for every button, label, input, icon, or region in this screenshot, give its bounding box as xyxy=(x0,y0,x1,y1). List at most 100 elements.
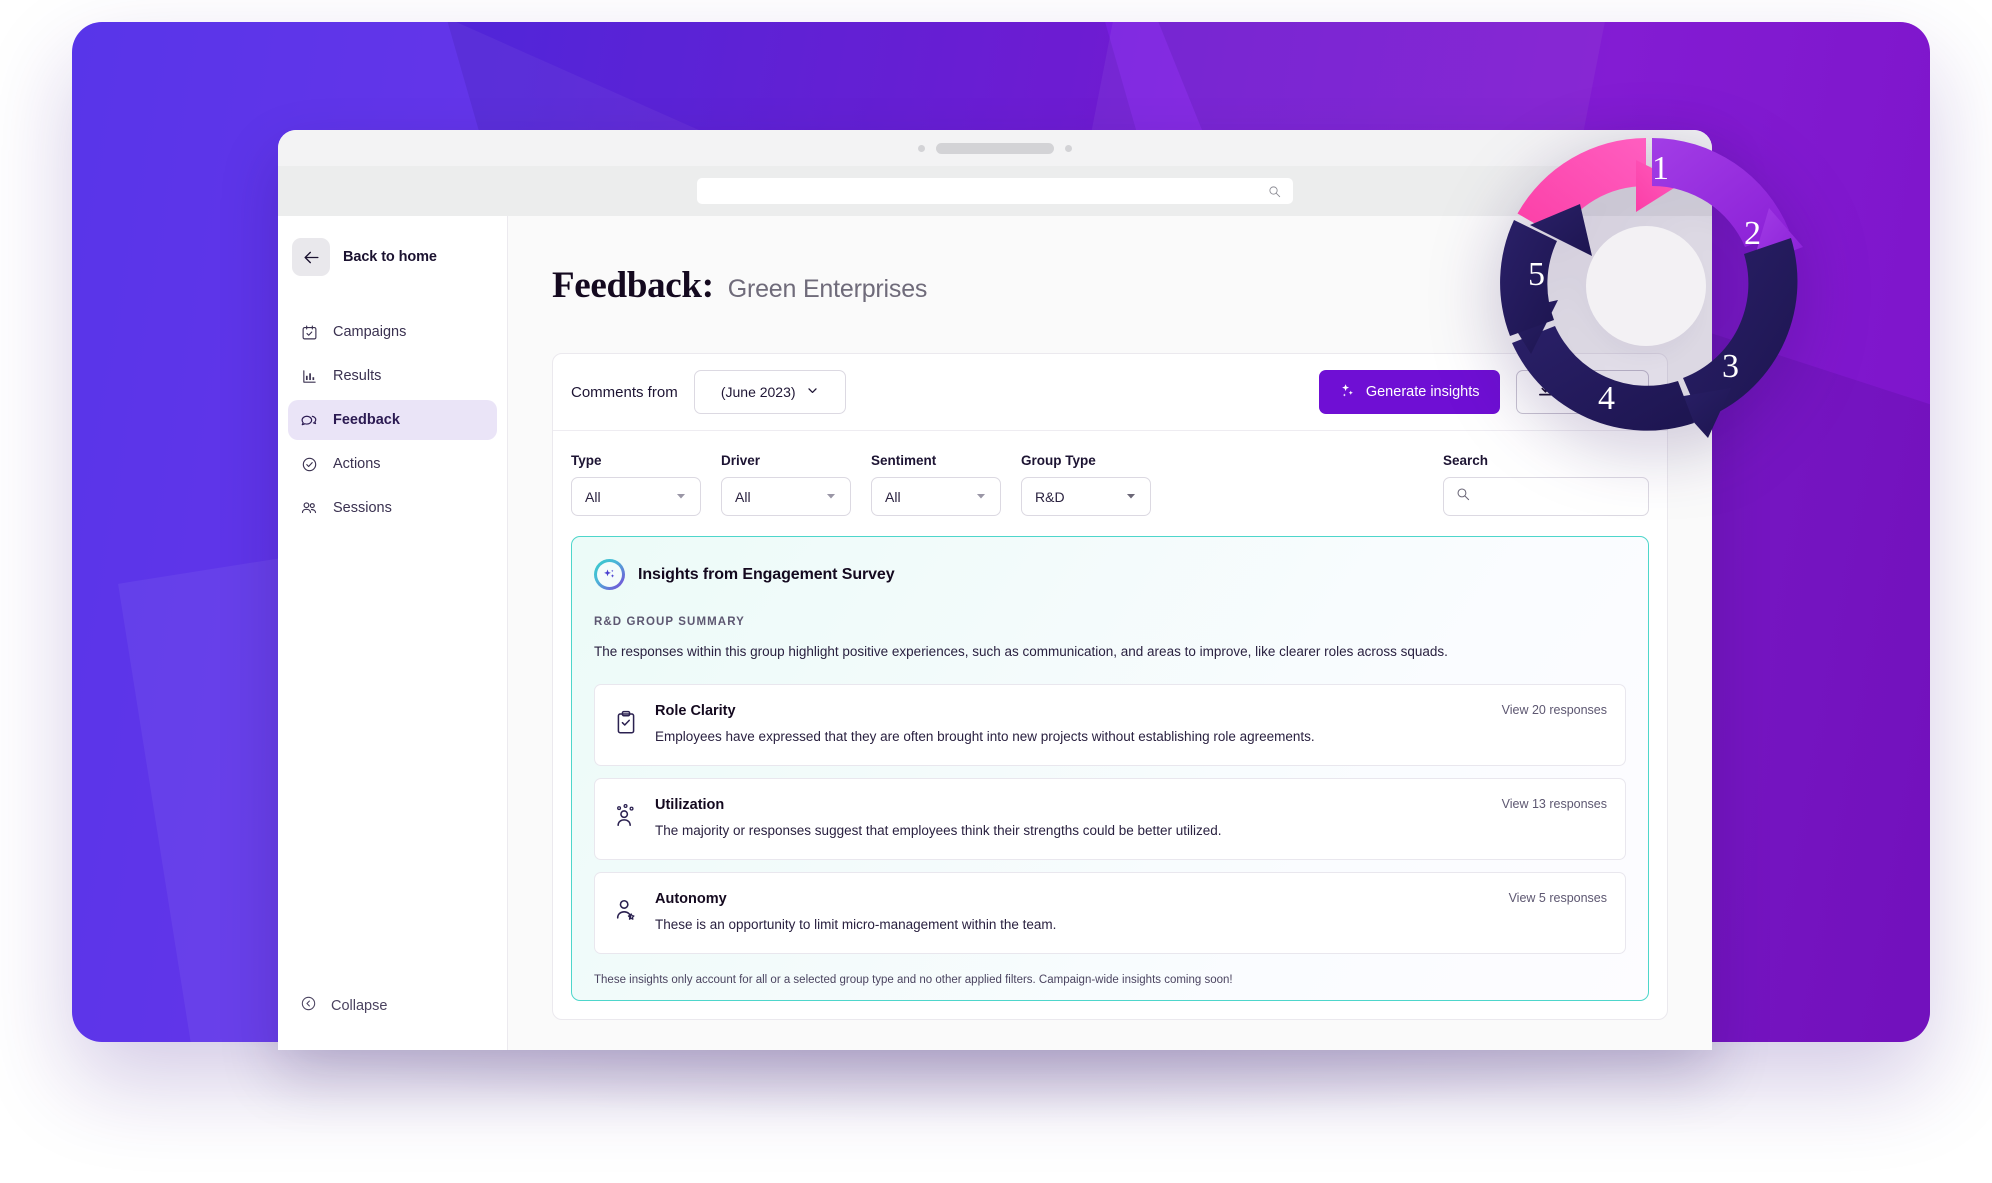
insights-title: Insights from Engagement Survey xyxy=(638,565,895,583)
group-summary-label: R&D GROUP SUMMARY xyxy=(594,616,745,628)
filter-label: Sentiment xyxy=(871,453,937,468)
filter-value: All xyxy=(585,488,601,505)
caret-down-icon xyxy=(975,489,987,505)
insight-description: These is an opportunity to limit micro-m… xyxy=(655,917,1057,933)
insight-row[interactable]: Autonomy These is an opportunity to limi… xyxy=(594,872,1626,954)
comments-toolbar: Comments from (June 2023) Generate insig… xyxy=(553,354,1667,431)
insight-name: Autonomy xyxy=(655,891,727,908)
insight-row[interactable]: Role Clarity Employees have expressed th… xyxy=(594,684,1626,767)
insights-footnote: These insights only account for all or a… xyxy=(594,973,1233,986)
search-input[interactable] xyxy=(1478,488,1636,505)
search-label: Search xyxy=(1443,453,1489,468)
back-to-home-button[interactable]: Back to home xyxy=(278,238,507,276)
sidebar: Back to home Campaigns Results Feedback … xyxy=(278,216,508,1050)
chevron-left-circle-icon xyxy=(300,995,317,1016)
insight-description: Employees have expressed that they are o… xyxy=(655,729,1315,745)
insight-body: Utilization The majority or responses su… xyxy=(655,797,1607,841)
sidebar-item-sessions[interactable]: Sessions xyxy=(288,488,497,528)
filter-value: All xyxy=(885,488,901,505)
filter-driver: Driver All xyxy=(721,453,851,516)
search-filter: Search xyxy=(1443,453,1649,516)
sidebar-nav: Campaigns Results Feedback Actions Sessi… xyxy=(278,312,507,528)
check-circle-icon xyxy=(300,455,318,473)
bar-chart-icon xyxy=(300,367,318,385)
caret-down-icon xyxy=(675,489,687,505)
filter-group-type-select[interactable]: R&D xyxy=(1021,477,1151,516)
calendar-check-icon xyxy=(300,323,318,341)
filter-sentiment: Sentiment All xyxy=(871,453,1001,516)
insight-body: Autonomy These is an opportunity to limi… xyxy=(655,891,1607,935)
filter-label: Type xyxy=(571,453,602,468)
view-responses-link[interactable]: View 13 responses xyxy=(1502,797,1607,811)
group-summary-text: The responses within this group highligh… xyxy=(594,644,1448,659)
view-responses-link[interactable]: View 5 responses xyxy=(1509,891,1607,905)
sidebar-item-actions[interactable]: Actions xyxy=(288,444,497,484)
filter-type-select[interactable]: All xyxy=(571,477,701,516)
caret-down-icon xyxy=(1125,489,1137,505)
sparkle-icon-inner xyxy=(597,562,622,587)
month-select[interactable]: (June 2023) xyxy=(693,370,846,414)
insight-name: Role Clarity xyxy=(655,703,736,720)
notch-bar xyxy=(936,142,1054,154)
sidebar-item-label: Feedback xyxy=(333,412,400,428)
search-icon xyxy=(1268,185,1281,198)
app-body: Back to home Campaigns Results Feedback … xyxy=(278,216,1712,1050)
filter-type: Type All xyxy=(571,453,701,516)
filter-sentiment-select[interactable]: All xyxy=(871,477,1001,516)
filter-value: R&D xyxy=(1035,488,1065,505)
download-label: Download xyxy=(1563,384,1629,400)
page-title-subject: Green Enterprises xyxy=(727,275,928,303)
sidebar-item-label: Sessions xyxy=(333,500,392,516)
sparkle-icon xyxy=(1339,382,1356,403)
comments-from-label: Comments from xyxy=(571,383,678,401)
sidebar-item-results[interactable]: Results xyxy=(288,356,497,396)
search-box[interactable] xyxy=(1443,477,1649,516)
filter-group-type: Group Type R&D xyxy=(1021,453,1151,516)
filter-value: All xyxy=(735,488,751,505)
person-sparkle-icon xyxy=(613,801,639,831)
download-button[interactable]: Download xyxy=(1515,370,1649,414)
search-icon xyxy=(1456,487,1470,506)
filters-row: Type All Driver All Sentiment All Group … xyxy=(553,431,1667,536)
download-icon xyxy=(1537,382,1554,403)
people-icon xyxy=(300,499,318,517)
filter-label: Driver xyxy=(721,453,761,468)
generate-insights-button[interactable]: Generate insights xyxy=(1318,370,1500,414)
window-notch xyxy=(918,142,1072,154)
person-star-icon xyxy=(613,895,639,925)
filter-driver-select[interactable]: All xyxy=(721,477,851,516)
view-responses-link[interactable]: View 20 responses xyxy=(1502,703,1607,717)
chat-bubbles-icon xyxy=(300,411,318,429)
back-to-home-label: Back to home xyxy=(343,249,437,265)
notch-dot-left xyxy=(918,144,925,152)
insights-panel: Insights from Engagement Survey R&D GROU… xyxy=(571,536,1649,1001)
caret-down-icon xyxy=(825,489,837,505)
sparkle-icon xyxy=(594,559,625,590)
page-title-main: Feedback: xyxy=(552,265,714,306)
main-content: Feedback: Green Enterprises Comments fro… xyxy=(508,216,1712,1050)
chevron-down-icon xyxy=(806,384,819,400)
insight-body: Role Clarity Employees have expressed th… xyxy=(655,703,1607,747)
generate-insights-label: Generate insights xyxy=(1365,384,1480,400)
sidebar-item-label: Campaigns xyxy=(333,324,407,340)
browser-url-bar[interactable] xyxy=(697,178,1293,204)
screenshot-root: Back to home Campaigns Results Feedback … xyxy=(0,0,1992,1183)
month-select-value: (June 2023) xyxy=(720,384,796,400)
browser-toolbar xyxy=(278,166,1712,216)
insight-row[interactable]: Utilization The majority or responses su… xyxy=(594,778,1626,861)
page-title: Feedback: Green Enterprises xyxy=(552,264,1668,307)
insight-description: The majority or responses suggest that e… xyxy=(655,823,1222,839)
sidebar-item-label: Results xyxy=(333,368,382,384)
sidebar-item-feedback[interactable]: Feedback xyxy=(288,400,497,440)
browser-titlebar xyxy=(278,130,1712,166)
filter-label: Group Type xyxy=(1021,453,1096,468)
sidebar-item-campaigns[interactable]: Campaigns xyxy=(288,312,497,352)
collapse-label: Collapse xyxy=(331,997,388,1014)
feedback-content-card: Comments from (June 2023) Generate insig… xyxy=(552,353,1668,1020)
browser-window: Back to home Campaigns Results Feedback … xyxy=(278,130,1712,1050)
notch-dot-right xyxy=(1065,144,1072,152)
collapse-sidebar-button[interactable]: Collapse xyxy=(278,995,507,1050)
insight-name: Utilization xyxy=(655,797,725,814)
clipboard-check-icon xyxy=(613,707,639,737)
arrow-left-icon xyxy=(292,238,330,276)
